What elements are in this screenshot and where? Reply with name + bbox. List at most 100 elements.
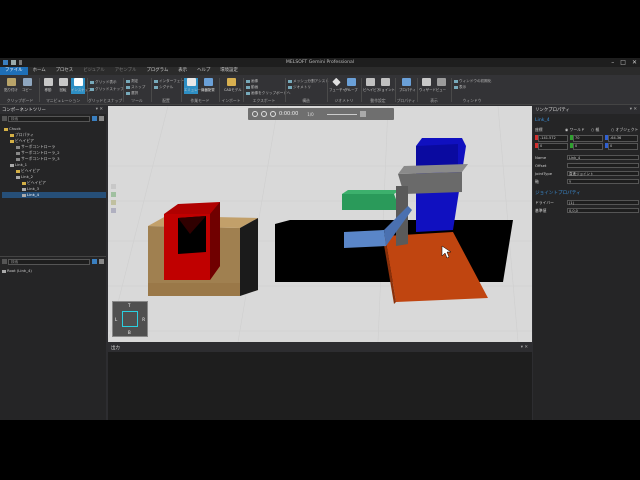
record-icon[interactable]: [252, 111, 258, 117]
rotation-z-field[interactable]: 0: [605, 143, 639, 150]
mesh-assist-button[interactable]: メッシュ分割アシスト: [288, 79, 329, 84]
menu-assemble[interactable]: アセンブル: [110, 67, 142, 75]
menu-process[interactable]: プロセス: [51, 67, 79, 75]
output-header: 出力 ▾ ✕: [108, 344, 532, 352]
menu-help[interactable]: ヘルプ: [192, 67, 215, 75]
link-property-panel: リンクプロパティ ▾ ✕ Link_4 座標 ◉ ワールド ○ 親 ○ オブジェ…: [533, 106, 640, 420]
ribbon-group-structure: メッシュ分割アシスト ジオメトリ 構造: [286, 75, 329, 105]
rotation-y-field[interactable]: 0: [570, 143, 604, 150]
menu-home[interactable]: ホーム: [28, 67, 51, 75]
minimize-button[interactable]: –: [611, 59, 614, 66]
menu-program[interactable]: プログラム: [141, 67, 173, 75]
show-window-button[interactable]: 表示: [454, 85, 466, 90]
coord-parent-radio[interactable]: ○ 親: [591, 127, 599, 133]
link-icon: [22, 187, 26, 191]
list-tool-icon[interactable]: [92, 259, 97, 264]
wizard-button[interactable]: ウィザード: [419, 78, 436, 94]
layer-icon[interactable]: [111, 192, 116, 197]
navcube-top[interactable]: T: [128, 303, 130, 308]
position-z-field[interactable]: -64.36: [605, 135, 639, 142]
view-button[interactable]: ビュー: [434, 78, 448, 94]
select-button[interactable]: 選択: [126, 91, 138, 96]
menu-visual[interactable]: ビジュアル: [78, 67, 110, 75]
cad-import-button[interactable]: CADモデル: [224, 78, 241, 94]
light-blue-bar[interactable]: [344, 230, 386, 248]
copy-icon: [22, 78, 32, 86]
driver-select[interactable]: (1): [567, 200, 639, 205]
navcube-bottom[interactable]: B: [128, 330, 131, 335]
gear-icon[interactable]: [99, 259, 104, 264]
pin-icon[interactable]: ▾ ✕: [96, 107, 103, 112]
stop-button[interactable]: ストップ: [126, 85, 145, 90]
timeline-slider[interactable]: [326, 113, 357, 115]
navigation-cube[interactable]: T L R B: [112, 301, 148, 337]
coord-world-radio[interactable]: ◉ ワールド: [565, 127, 585, 133]
measure-button[interactable]: 測定: [126, 79, 138, 84]
name-input[interactable]: Link_4: [567, 155, 639, 160]
emulation-mode-button[interactable]: エミュレーション: [184, 78, 211, 94]
paste-icon: [6, 78, 16, 86]
grid-snap-checkbox[interactable]: グリッドスナップ: [90, 87, 124, 92]
joint-property-heading: ジョイントプロパティ: [535, 191, 581, 196]
window-title: MELSOFT Gemini Professional: [285, 60, 355, 65]
menu-settings[interactable]: 環境設定: [215, 67, 243, 75]
viewport-side-toolbar: [111, 184, 117, 226]
position-x-field[interactable]: -141.572: [535, 135, 569, 142]
jointtype-select[interactable]: 直進ジョイント: [567, 171, 639, 176]
filter-icon[interactable]: [2, 259, 7, 264]
light-icon[interactable]: [111, 200, 116, 205]
menu-view[interactable]: 表示: [173, 67, 192, 75]
root-item[interactable]: Root (Link_4): [2, 268, 32, 274]
rotation-x-field[interactable]: 0: [535, 143, 569, 150]
servo-icon: [16, 157, 20, 161]
navcube-face[interactable]: [122, 311, 138, 327]
snap-button[interactable]: インスナップ: [71, 78, 91, 94]
move-button[interactable]: 移動: [41, 78, 55, 94]
reference-input[interactable]: 0,0,0: [567, 208, 639, 213]
export-image-button[interactable]: 画像: [246, 79, 258, 84]
axis-select[interactable]: Y: [567, 179, 639, 184]
pin-icon[interactable]: ▾ ✕: [521, 345, 528, 350]
behavior-button[interactable]: ビヘイビア: [363, 78, 380, 94]
tree-search-input[interactable]: 検索: [8, 116, 90, 122]
signal-button[interactable]: シグナル: [154, 85, 173, 90]
offset-input[interactable]: [567, 163, 639, 168]
pin-icon[interactable]: ▾ ✕: [630, 107, 637, 112]
prop-driver-row: ドライバー (1): [535, 200, 639, 206]
paste-button[interactable]: 貼り付け: [4, 78, 18, 94]
3d-viewport[interactable]: 0:00:00 1/0 T L R B: [108, 106, 532, 342]
layout-mode-button[interactable]: 機器配置: [201, 78, 215, 94]
settings-icon[interactable]: [359, 111, 366, 117]
copy-button[interactable]: コピー: [20, 78, 34, 94]
camera-icon[interactable]: [111, 208, 116, 213]
tree-item-selected[interactable]: Link_4: [2, 192, 106, 198]
feature-button[interactable]: フューチャー: [329, 77, 349, 94]
close-button[interactable]: ✕: [632, 59, 637, 66]
export-clipboard-button[interactable]: 画像をクリップボードへ: [246, 91, 291, 96]
group-button[interactable]: グループ: [344, 78, 358, 94]
menu-file[interactable]: ファイル: [0, 67, 28, 75]
stop-icon[interactable]: [270, 111, 276, 117]
gear-icon[interactable]: [99, 116, 104, 121]
rotate-button[interactable]: 回転: [56, 78, 70, 94]
joint-button[interactable]: ジョイント: [378, 78, 395, 94]
tree-tool-icon[interactable]: [92, 116, 97, 121]
filter-icon[interactable]: [2, 116, 7, 121]
green-bar[interactable]: [342, 194, 400, 210]
grid-visible-checkbox[interactable]: グリッド表示: [90, 80, 117, 85]
behavior-search-input[interactable]: 検索: [8, 259, 90, 265]
3d-scene[interactable]: [108, 106, 532, 342]
geometry-button[interactable]: ジオメトリ: [288, 85, 311, 90]
property-button[interactable]: プロパティ: [399, 78, 416, 94]
navcube-right[interactable]: R: [142, 317, 145, 322]
navcube-left[interactable]: L: [115, 317, 117, 322]
app-window: MELSOFT Gemini Professional – □ ✕ ファイル ホ…: [0, 58, 640, 420]
view-icon[interactable]: [111, 184, 116, 189]
export-video-button[interactable]: 動画: [246, 85, 258, 90]
play-icon[interactable]: [261, 111, 267, 117]
coord-object-radio[interactable]: ○ オブジェクト: [611, 127, 638, 133]
position-y-field[interactable]: 70: [570, 135, 604, 142]
reset-window-button[interactable]: ウィンドウの初期化: [454, 79, 491, 84]
folder-icon: [10, 139, 14, 143]
maximize-button[interactable]: □: [620, 59, 626, 66]
